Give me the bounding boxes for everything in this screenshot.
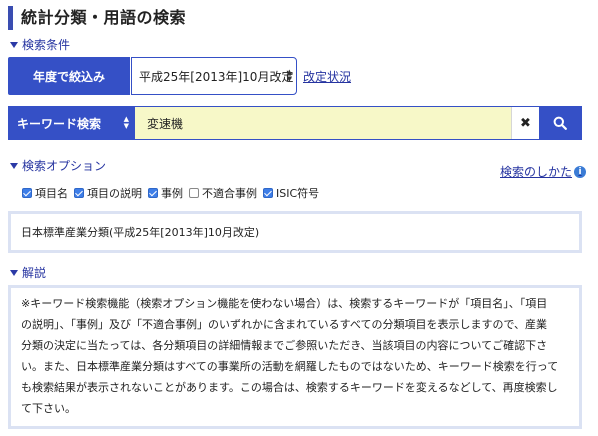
year-filter-label: 年度で絞込み [8, 57, 130, 95]
checkbox[interactable] [22, 188, 32, 198]
checkbox[interactable] [74, 188, 84, 198]
search-options-list: 項目名 項目の説明 事例 不適合事例 ISIC符号 [22, 185, 325, 201]
explanation-heading: 解説 [22, 266, 47, 280]
search-icon [553, 116, 567, 130]
search-mode-select[interactable]: キーワード検索 ▲ ▼ [9, 107, 135, 139]
clear-button[interactable]: ✖ [511, 107, 539, 139]
search-howto-label: 検索のしかた [500, 165, 573, 179]
option-examples[interactable]: 事例 [148, 185, 183, 201]
explanation-line: い。また、日本標準産業分類はすべての事業所の活動を網羅したものではないため、キー… [21, 360, 559, 373]
keyword-input-value: 変速機 [147, 116, 184, 131]
option-non-matching-examples[interactable]: 不適合事例 [189, 185, 257, 201]
triangle-down-icon [10, 41, 18, 48]
search-conditions-toggle[interactable]: 検索条件 [10, 36, 70, 53]
explanation-line: て下さい。 [21, 402, 76, 415]
year-select-value: 平成25年[2013年]10月改定 [139, 69, 294, 84]
checkbox[interactable] [189, 188, 199, 198]
explanation-line: 分類の決定に当たっては、各分類項目の詳細情報までご参照いただき、当該項目の内容に… [21, 339, 548, 352]
checkbox[interactable] [263, 188, 273, 198]
option-label: ISIC符号 [276, 187, 320, 200]
option-item-description[interactable]: 項目の説明 [74, 185, 142, 201]
option-isic-code[interactable]: ISIC符号 [263, 185, 319, 201]
keyword-search-bar: キーワード検索 ▲ ▼ 変速機 ✖ [8, 106, 582, 140]
search-button[interactable] [539, 107, 581, 139]
select-arrows-icon: ▲ ▼ [123, 115, 129, 130]
explanation-line: ※キーワード検索機能（検索オプション機能を使わない場合）は、検索するキーワードが… [21, 297, 548, 310]
select-arrows-icon: ▲ ▼ [286, 68, 292, 83]
year-select[interactable]: 平成25年[2013年]10月改定 ▲ ▼ [131, 57, 297, 95]
option-label: 項目の説明 [87, 187, 142, 200]
keyword-input[interactable]: 変速機 [135, 107, 511, 139]
search-howto-link[interactable]: 検索のしかた i [500, 163, 587, 180]
option-label: 事例 [161, 187, 183, 200]
explanation-line: の説明」、「事例」及び「不適合事例」のいずれかに含まれているすべての分類項目を表… [21, 318, 548, 331]
option-label: 項目名 [35, 187, 68, 200]
explanation-box: ※キーワード検索機能（検索オプション機能を使わない場合）は、検索するキーワードが… [8, 285, 582, 429]
explanation-line: も検索結果が表示されないことがあります。この場合は、検索するキーワードを変えるな… [21, 381, 558, 394]
close-icon: ✖ [520, 115, 531, 131]
classification-display: 日本標準産業分類(平成25年[2013年]10月改定) [8, 211, 582, 253]
triangle-down-icon [10, 269, 18, 276]
option-label: 不適合事例 [202, 187, 257, 200]
search-mode-value: キーワード検索 [17, 116, 102, 131]
search-options-heading: 検索オプション [22, 159, 107, 173]
page-title: 統計分類・用語の検索 [8, 6, 588, 30]
info-icon: i [574, 165, 587, 178]
search-options-toggle[interactable]: 検索オプション [10, 157, 106, 174]
search-conditions-heading: 検索条件 [22, 38, 71, 52]
triangle-down-icon [10, 162, 18, 169]
page-title-text: 統計分類・用語の検索 [21, 8, 187, 27]
option-item-name[interactable]: 項目名 [22, 185, 68, 201]
classification-name: 日本標準産業分類(平成25年[2013年]10月改定) [21, 226, 260, 239]
checkbox[interactable] [148, 188, 158, 198]
explanation-toggle[interactable]: 解説 [10, 264, 46, 281]
revision-status-link[interactable]: 改定状況 [303, 68, 351, 85]
